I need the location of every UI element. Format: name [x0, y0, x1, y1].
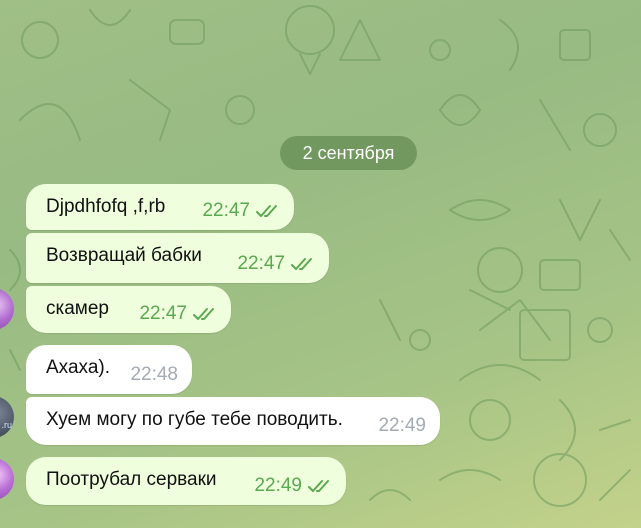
double-check-icon [308, 479, 332, 493]
avatar-badge: .ru [1, 420, 12, 430]
message-meta: 22:48 [130, 364, 178, 386]
double-check-icon [193, 307, 217, 321]
message-bubble-outgoing[interactable]: скамер 22:47 [26, 286, 231, 333]
date-separator: 2 сентября [280, 136, 417, 170]
message-text: скамер [46, 298, 109, 319]
message-text: Поотрубал серваки [46, 469, 217, 490]
message-meta: 22:49 [254, 475, 332, 497]
message-bubble-outgoing[interactable]: Djpdhfofq ,f,rb 22:47 [26, 184, 294, 230]
message-time: 22:49 [378, 415, 426, 436]
message-text: Возвращай бабки [46, 245, 202, 266]
double-check-icon [291, 257, 315, 271]
message-meta: 22:47 [237, 253, 315, 275]
message-bubble-incoming[interactable]: Хуем могу по губе тебе поводить. 22:49 [26, 397, 440, 445]
message-time: 22:48 [130, 364, 178, 385]
message-time: 22:47 [237, 253, 285, 274]
message-time: 22:47 [139, 303, 187, 324]
message-meta: 22:49 [378, 415, 426, 437]
message-text: Хуем могу по губе тебе поводить. [46, 409, 343, 430]
message-bubble-outgoing[interactable]: Поотрубал серваки 22:49 [26, 457, 346, 505]
message-meta: 22:47 [202, 200, 280, 222]
message-text: Ахаха). [46, 357, 110, 378]
message-text: Djpdhfofq ,f,rb [46, 196, 166, 217]
message-meta: 22:47 [139, 303, 217, 325]
message-bubble-incoming[interactable]: Ахаха). 22:48 [26, 345, 192, 394]
message-time: 22:49 [254, 475, 302, 496]
message-time: 22:47 [202, 200, 250, 221]
double-check-icon [256, 204, 280, 218]
message-bubble-outgoing[interactable]: Возвращай бабки 22:47 [26, 233, 329, 283]
